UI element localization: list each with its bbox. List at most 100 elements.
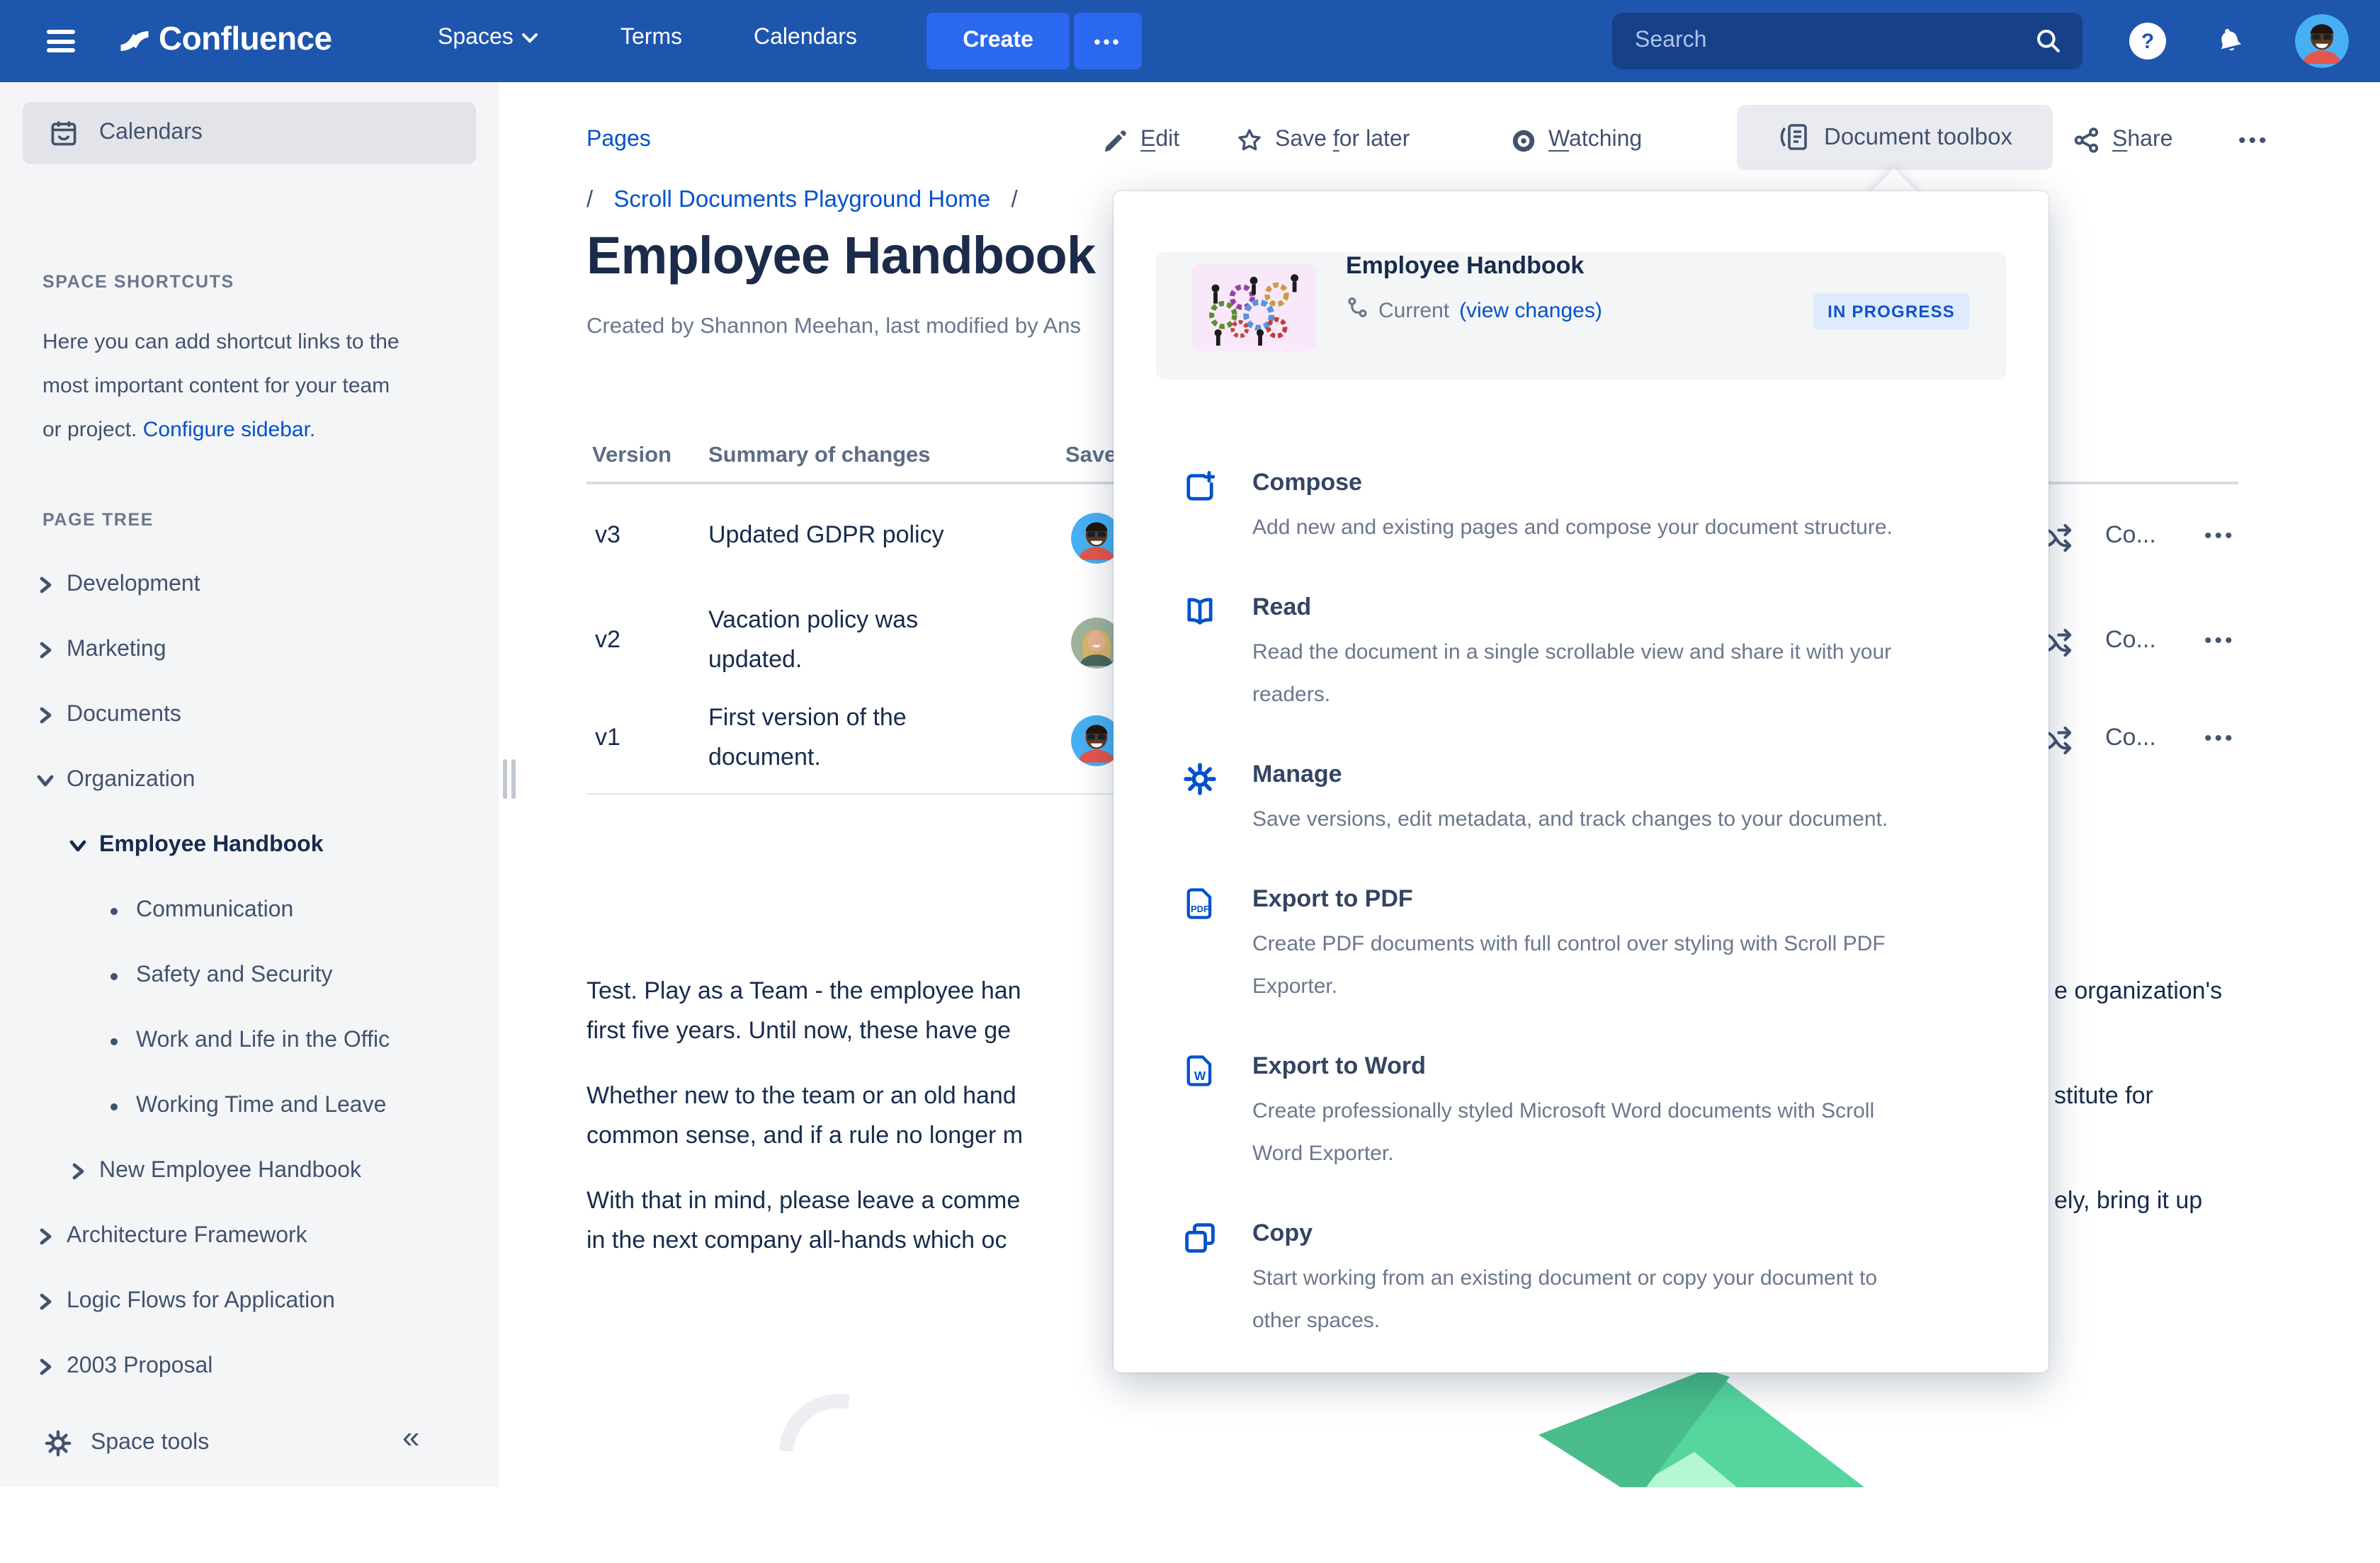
menu-item-compose[interactable]: Compose Add new and existing pages and c… bbox=[1252, 469, 2000, 550]
paragraph-text: stitute for bbox=[2054, 1082, 2153, 1110]
col-header-summary: Summary of changes bbox=[708, 443, 931, 469]
bullet-icon bbox=[110, 1038, 118, 1045]
chevron-down-icon[interactable] bbox=[71, 837, 85, 854]
brand-title[interactable]: Confluence bbox=[159, 20, 332, 58]
tree-item-2003-proposal[interactable]: 2003 Proposal bbox=[0, 1348, 499, 1385]
search-input[interactable] bbox=[1612, 28, 2034, 54]
space-shortcuts-heading: SPACE SHORTCUTS bbox=[42, 272, 234, 292]
summary-cell: updated. bbox=[708, 646, 802, 674]
hamburger-icon[interactable] bbox=[47, 27, 75, 55]
notifications-icon[interactable] bbox=[2213, 24, 2247, 65]
search-icon[interactable] bbox=[2034, 27, 2063, 55]
top-nav: Confluence Spaces Terms Calendars Create… bbox=[0, 0, 2380, 82]
tree-item-marketing[interactable]: Marketing bbox=[0, 632, 499, 669]
copy-icon bbox=[1182, 1220, 1218, 1256]
tree-item-development[interactable]: Development bbox=[0, 567, 499, 603]
collapse-sidebar-icon[interactable]: « bbox=[402, 1419, 417, 1456]
branch-icon bbox=[1346, 295, 1368, 326]
row-more-button[interactable]: ••• bbox=[2204, 727, 2236, 751]
version-cell: v2 bbox=[595, 626, 620, 654]
save-for-later-button[interactable]: Save for later bbox=[1235, 122, 1410, 159]
chevron-right-icon[interactable] bbox=[38, 707, 52, 724]
watching-icon bbox=[1510, 127, 1537, 154]
col-header-saved-by: Save bbox=[1065, 443, 1116, 469]
confluence-logo[interactable] bbox=[116, 23, 153, 67]
compose-icon bbox=[1182, 469, 1218, 506]
search-box bbox=[1612, 13, 2082, 69]
compare-link[interactable]: Co... bbox=[2105, 724, 2156, 752]
bullet-icon bbox=[110, 1103, 118, 1110]
edit-button[interactable]: Edit bbox=[1102, 122, 1179, 159]
create-button[interactable]: Create bbox=[926, 13, 1070, 69]
drag-handle-icon[interactable] bbox=[503, 759, 516, 799]
paragraph-text: With that in mind, please leave a comme bbox=[586, 1187, 1020, 1215]
table-header-rule bbox=[586, 482, 1114, 484]
save-for-later-icon bbox=[1235, 126, 1264, 154]
menu-item-copy[interactable]: Copy Start working from an existing docu… bbox=[1252, 1220, 2000, 1343]
chevron-down-icon bbox=[522, 25, 539, 51]
paragraph-text: Whether new to the team or an old hand bbox=[586, 1082, 1016, 1110]
sidebar-item-calendars[interactable]: Calendars bbox=[23, 102, 476, 164]
space-shortcuts-text: Here you can add shortcut links to the m… bbox=[42, 320, 482, 452]
help-icon[interactable]: ? bbox=[2129, 23, 2166, 59]
tree-item-employee-handbook[interactable]: Employee Handbook bbox=[0, 827, 499, 864]
current-version-label: Current bbox=[1378, 298, 1449, 322]
nav-calendars[interactable]: Calendars bbox=[754, 25, 857, 51]
tree-item-safety-and-security[interactable]: Safety and Security bbox=[0, 957, 499, 994]
compare-link[interactable]: Co... bbox=[2105, 626, 2156, 654]
menu-item-read[interactable]: Read Read the document in a single scrol… bbox=[1252, 593, 2000, 717]
share-icon bbox=[2073, 126, 2101, 154]
read-icon bbox=[1182, 593, 1218, 630]
byline: Created by Shannon Meehan, last modified… bbox=[586, 314, 1081, 340]
space-tools-button[interactable]: Space tools bbox=[0, 1399, 499, 1487]
nav-spaces[interactable]: Spaces bbox=[438, 25, 539, 51]
col-header-version: Version bbox=[592, 443, 672, 469]
chevron-right-icon[interactable] bbox=[38, 576, 52, 593]
user-avatar[interactable] bbox=[2295, 14, 2349, 68]
document-toolbox-popup: Employee Handbook Current (view changes)… bbox=[1114, 191, 2048, 1372]
sidebar: Calendars SPACE SHORTCUTS Here you can a… bbox=[0, 82, 499, 1487]
tree-item-communication[interactable]: Communication bbox=[0, 892, 499, 929]
tree-item-documents[interactable]: Documents bbox=[0, 697, 499, 734]
nav-more-button[interactable]: ••• bbox=[1074, 13, 1142, 69]
summary-cell: Vacation policy was bbox=[708, 606, 918, 635]
breadcrumb-space-home-link[interactable]: Scroll Documents Playground Home bbox=[613, 187, 990, 212]
menu-item-export-to-word[interactable]: W Export to Word Create professionally s… bbox=[1252, 1052, 2000, 1176]
menu-item-manage[interactable]: Manage Save versions, edit metadata, and… bbox=[1252, 761, 2000, 841]
tree-item-new-employee-handbook[interactable]: New Employee Handbook bbox=[0, 1153, 499, 1190]
chevron-right-icon[interactable] bbox=[38, 642, 52, 659]
row-more-button[interactable]: ••• bbox=[2204, 524, 2236, 548]
row-more-button[interactable]: ••• bbox=[2204, 629, 2236, 653]
breadcrumb-pages-link[interactable]: Pages bbox=[586, 122, 651, 159]
summary-cell: First version of the bbox=[708, 704, 907, 732]
tree-item-work-and-life[interactable]: Work and Life in the Offic bbox=[0, 1023, 499, 1059]
chevron-right-icon[interactable] bbox=[38, 1358, 52, 1375]
page-title: Employee Handbook bbox=[586, 227, 1095, 286]
compare-link[interactable]: Co... bbox=[2105, 521, 2156, 550]
export-pdf-icon: PDF bbox=[1182, 885, 1218, 922]
share-button[interactable]: Share bbox=[2073, 122, 2172, 159]
watching-button[interactable]: Watching bbox=[1510, 122, 1642, 159]
paragraph-text: ely, bring it up bbox=[2054, 1187, 2202, 1215]
chevron-right-icon[interactable] bbox=[71, 1163, 85, 1180]
version-cell: v1 bbox=[595, 724, 620, 752]
page-tree-heading: PAGE TREE bbox=[42, 510, 154, 530]
tree-item-logic-flows[interactable]: Logic Flows for Application bbox=[0, 1283, 499, 1320]
tree-item-organization[interactable]: Organization bbox=[0, 762, 499, 799]
nav-terms[interactable]: Terms bbox=[620, 25, 682, 51]
page-more-button[interactable]: ••• bbox=[2238, 122, 2270, 159]
tree-item-working-time-and-leave[interactable]: Working Time and Leave bbox=[0, 1088, 499, 1125]
tree-item-architecture-framework[interactable]: Architecture Framework bbox=[0, 1218, 499, 1255]
chevron-down-icon[interactable] bbox=[38, 772, 52, 789]
menu-item-export-to-pdf[interactable]: PDF Export to PDF Create PDF documents w… bbox=[1252, 885, 2000, 1008]
document-thumbnail bbox=[1191, 263, 1316, 351]
document-toolbox-button[interactable]: Document toolbox bbox=[1737, 105, 2053, 170]
view-changes-link[interactable]: (view changes) bbox=[1459, 298, 1602, 322]
table-header-rule-right bbox=[2048, 482, 2238, 484]
breadcrumb: / Scroll Documents Playground Home / bbox=[586, 187, 1018, 214]
chevron-right-icon[interactable] bbox=[38, 1293, 52, 1310]
export-word-icon: W bbox=[1182, 1052, 1218, 1089]
configure-sidebar-link[interactable]: Configure sidebar bbox=[143, 418, 310, 442]
summary-cell: document. bbox=[708, 744, 821, 772]
chevron-right-icon[interactable] bbox=[38, 1228, 52, 1245]
